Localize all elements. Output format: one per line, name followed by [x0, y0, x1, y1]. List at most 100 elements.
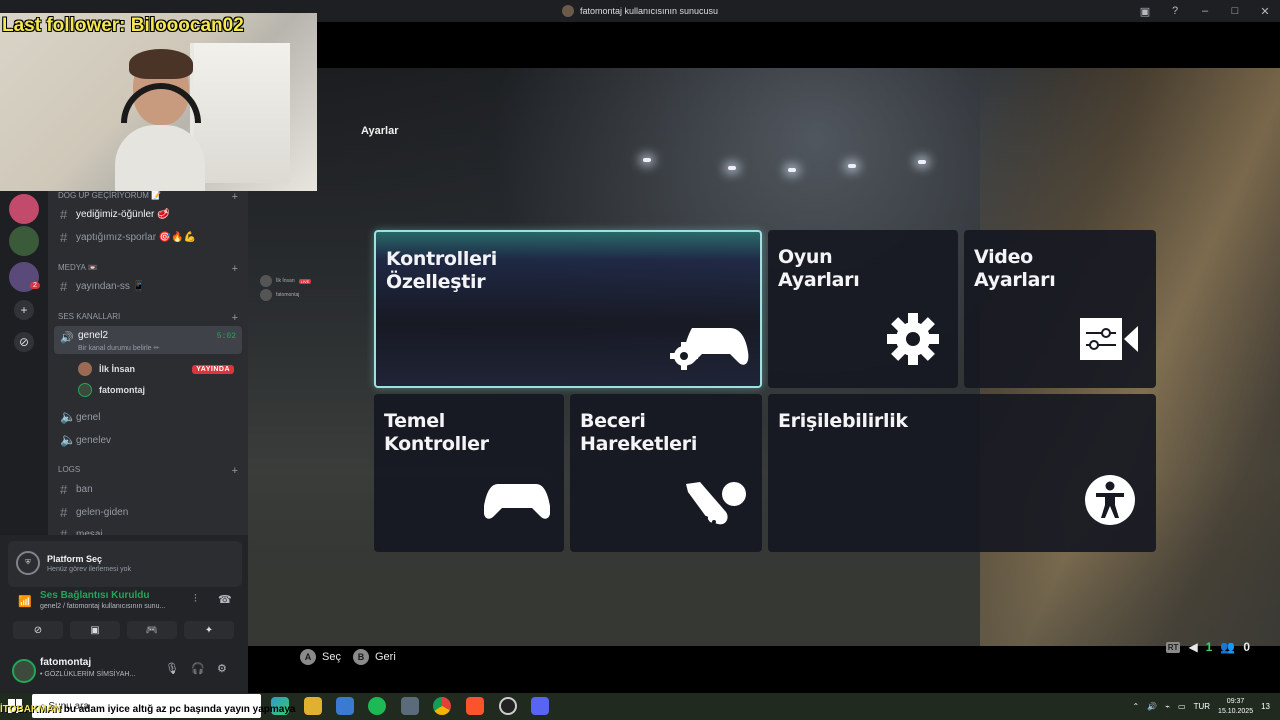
- tile-skill-moves[interactable]: Beceri Hareketleri: [570, 394, 762, 552]
- stadium-light: [728, 166, 736, 170]
- signal-icon[interactable]: 📶: [18, 595, 32, 608]
- channel-item[interactable]: # mesai: [54, 524, 242, 536]
- server-icon[interactable]: [9, 226, 39, 256]
- channel-item[interactable]: # ban: [54, 479, 242, 499]
- noise-suppression-icon[interactable]: ⫶: [194, 593, 197, 606]
- voice-connection: 📶 Ses Bağlantısı Kuruldu genel2 / fatomo…: [8, 587, 242, 617]
- stream-participants: İlk İnsan LIVE fatomontaj: [260, 274, 312, 302]
- b-button-icon: B: [353, 649, 369, 665]
- activity-button[interactable]: 🎮: [127, 621, 177, 639]
- chrome-icon[interactable]: [433, 697, 451, 715]
- channel-item[interactable]: # gelen-giden: [54, 502, 242, 522]
- maximize-button[interactable]: □: [1220, 5, 1250, 17]
- camera-off-button[interactable]: ⊘: [13, 621, 63, 639]
- live-badge: YAYINDA: [192, 364, 234, 374]
- brave-icon[interactable]: [466, 697, 484, 715]
- screen: fatomontaj kullanıcısının sunucusu ▣ ? –…: [0, 0, 1280, 720]
- quest-card[interactable]: ⛨ Platform Seç Henüz görev ilerlemesi yo…: [8, 541, 242, 587]
- minimize-button[interactable]: –: [1190, 5, 1220, 17]
- stadium-light: [788, 168, 796, 172]
- add-channel-icon[interactable]: +: [232, 465, 238, 477]
- microphone-icon[interactable]: 🎙: [165, 662, 179, 675]
- category-header[interactable]: DOG UP GEÇİRİYORUM 📝 +: [58, 191, 238, 203]
- live-badge: LIVE: [298, 278, 312, 284]
- platform-icon: ⛨: [16, 551, 40, 575]
- avatar[interactable]: [12, 659, 36, 683]
- channel-item[interactable]: # yediğimiz-öğünler 🥩: [54, 204, 242, 224]
- store-icon[interactable]: [336, 697, 354, 715]
- disconnect-icon[interactable]: ☎: [218, 593, 232, 606]
- avatar: [260, 289, 272, 301]
- discover-icon[interactable]: ⊘: [14, 332, 34, 352]
- voice-channel[interactable]: 🔈 genelev: [54, 430, 242, 450]
- add-channel-icon[interactable]: +: [232, 263, 238, 275]
- add-channel-icon[interactable]: +: [232, 312, 238, 324]
- close-button[interactable]: ✕: [1250, 5, 1280, 18]
- add-channel-icon[interactable]: +: [232, 191, 238, 203]
- battery-icon[interactable]: ▭: [1178, 702, 1186, 711]
- hash-icon: #: [60, 481, 68, 497]
- discord-icon[interactable]: [531, 697, 549, 715]
- headphones-icon[interactable]: 🎧: [191, 662, 205, 675]
- connection-channel[interactable]: genel2 / fatomontaj kullanıcısının sunu.…: [40, 603, 165, 610]
- help-icon[interactable]: ?: [1160, 5, 1190, 17]
- connection-status[interactable]: Ses Bağlantısı Kuruldu: [40, 590, 149, 601]
- mic-icon: ◀: [1188, 640, 1198, 654]
- a-button-icon: A: [300, 649, 316, 665]
- custom-status[interactable]: • GÖZLÜKLERİM SİMSİYAH...: [40, 671, 135, 678]
- gear-icon[interactable]: ⚙: [217, 662, 227, 675]
- tile-video-settings[interactable]: Video Ayarları: [964, 230, 1156, 388]
- category-header[interactable]: MEDYA 📼 +: [58, 263, 238, 275]
- hash-icon: #: [60, 229, 68, 245]
- username[interactable]: fatomontaj: [40, 657, 91, 668]
- obs-icon[interactable]: [499, 697, 517, 715]
- stream-view[interactable]: Ayarlar Kontrolleri Özelleştir Oyun Ayar…: [248, 22, 1280, 693]
- speaker-icon: 🔊: [60, 332, 74, 344]
- chevron-up-icon[interactable]: ⌃: [1133, 702, 1140, 711]
- back-prompt[interactable]: B Geri: [353, 649, 396, 665]
- tile-accessibility[interactable]: Erişilebilirlik: [768, 394, 1156, 552]
- gamepad-icon: [484, 484, 550, 519]
- folder-icon[interactable]: [304, 697, 322, 715]
- channel-item[interactable]: # yayından-ss 📱: [54, 276, 242, 296]
- soundboard-button[interactable]: ✦: [184, 621, 234, 639]
- inbox-icon[interactable]: ▣: [1130, 5, 1160, 18]
- hash-icon: #: [60, 278, 68, 294]
- quest-subtitle: Henüz görev ilerlemesi yok: [47, 566, 132, 573]
- voice-channel-status[interactable]: Bir kanal durumu belirle ✏: [78, 344, 159, 352]
- language-indicator[interactable]: TUR: [1194, 702, 1210, 711]
- add-server-icon[interactable]: +: [14, 300, 34, 320]
- hash-icon: #: [60, 526, 68, 536]
- category-header[interactable]: LOGS +: [58, 465, 238, 477]
- speaker-icon: 🔈: [60, 409, 77, 424]
- tile-basic-controls[interactable]: Temel Kontroller: [374, 394, 564, 552]
- accessibility-icon: [1085, 475, 1135, 525]
- voice-user[interactable]: İlk İnsan YAYINDA: [78, 360, 238, 378]
- tile-customize-controls[interactable]: Kontrolleri Özelleştir: [374, 230, 762, 388]
- streamer: [115, 49, 205, 191]
- user-panel: ⛨ Platform Seç Henüz görev ilerlemesi yo…: [0, 535, 248, 693]
- clock[interactable]: 09:37 15.10.2025: [1218, 697, 1253, 717]
- voice-user[interactable]: fatomontaj: [78, 381, 238, 399]
- notification-icon[interactable]: 13: [1261, 702, 1270, 711]
- volume-icon[interactable]: 🔊: [1147, 702, 1157, 711]
- hash-icon: #: [60, 206, 68, 222]
- window-title-text: fatomontaj kullanıcısının sunucusu: [579, 6, 719, 16]
- screen-share-button[interactable]: ▣: [70, 621, 120, 639]
- calculator-icon[interactable]: [401, 697, 419, 715]
- select-prompt[interactable]: A Seç: [300, 649, 341, 665]
- hash-icon: #: [60, 504, 68, 520]
- stream-ticker: İTOBAKMAN bu adam iyice altığ az pc başı…: [0, 704, 296, 715]
- stadium-light: [643, 158, 651, 162]
- unread-badge: 2: [30, 282, 40, 289]
- online-count: 1: [1205, 640, 1213, 654]
- voice-channel-active[interactable]: 🔊 genel2 Bir kanal durumu belirle ✏ 5:02: [54, 326, 242, 354]
- server-icon[interactable]: [9, 194, 39, 224]
- channel-item[interactable]: # yaptığımız-sporlar 🎯🔥💪: [54, 227, 242, 247]
- voice-channel[interactable]: 🔈 genel: [54, 407, 242, 427]
- category-header[interactable]: Ses Kanalları +: [58, 312, 238, 324]
- spotify-icon[interactable]: [368, 697, 386, 715]
- participant: fatomontaj: [260, 288, 311, 302]
- network-icon[interactable]: ⌁: [1165, 702, 1170, 711]
- tile-game-settings[interactable]: Oyun Ayarları: [768, 230, 958, 388]
